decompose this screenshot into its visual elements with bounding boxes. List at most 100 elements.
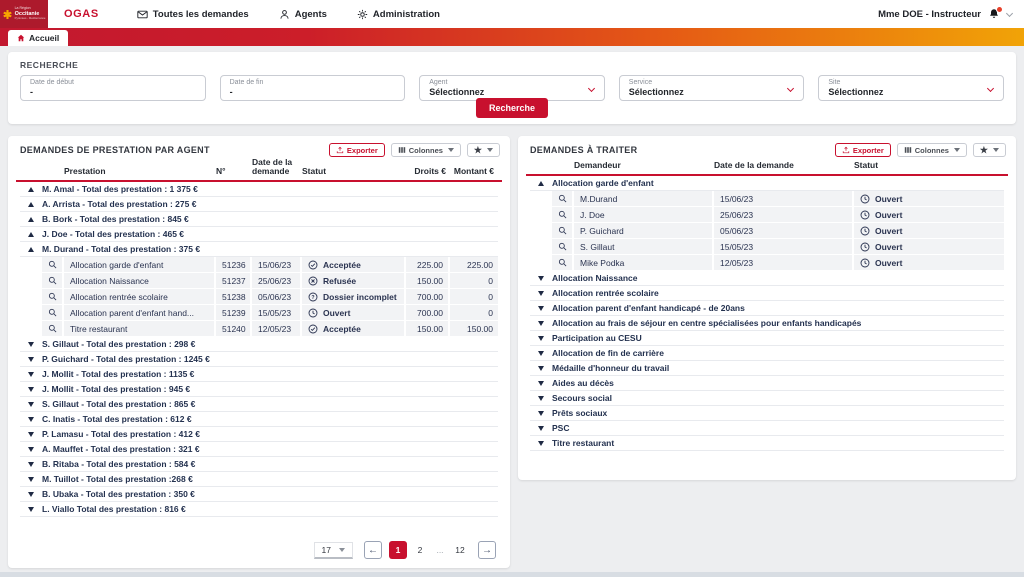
group-row[interactable]: A. Arrista - Total des prestation : 275 … (20, 197, 498, 212)
group-label: Médaille d'honneur du travail (552, 363, 1004, 373)
view-demand-button[interactable] (42, 321, 64, 336)
group-row[interactable]: Secours social (530, 391, 1004, 406)
group-row[interactable]: C. Inatis - Total des prestation : 612 € (20, 412, 498, 427)
view-demand-button[interactable] (552, 207, 574, 222)
status-open-icon (860, 226, 870, 236)
group-row[interactable]: M. Tuillot - Total des prestation :268 € (20, 472, 498, 487)
group-row[interactable]: A. Mauffet - Total des prestation : 321 … (20, 442, 498, 457)
group-row[interactable]: L. Viallo Total des prestation : 816 € (20, 502, 498, 517)
group-row[interactable]: J. Doe - Total des prestation : 465 € (20, 227, 498, 242)
group-row[interactable]: Allocation au frais de séjour en centre … (530, 316, 1004, 331)
app-name[interactable]: OGAS (64, 8, 99, 20)
expand-triangle-icon (28, 402, 34, 407)
demand-row: Mike Podka12/05/23Ouvert (530, 255, 1004, 270)
group-row[interactable]: J. Mollit - Total des prestation : 1135 … (20, 367, 498, 382)
view-demand-button[interactable] (42, 289, 64, 304)
group-row[interactable]: B. Ubaka - Total des prestation : 350 € (20, 487, 498, 502)
tab-accueil[interactable]: Accueil (8, 30, 68, 46)
group-row[interactable]: Allocation garde d'enfant (530, 176, 1004, 191)
view-demand-button[interactable] (552, 191, 574, 206)
view-demand-button[interactable] (42, 257, 64, 272)
nav-item-gear[interactable]: Administration (357, 9, 440, 20)
favorites-caret-icon (487, 148, 493, 152)
group-row[interactable]: M. Durand - Total des prestation : 375 € (20, 242, 498, 257)
view-demand-button[interactable] (552, 239, 574, 254)
group-label: M. Amal - Total des prestation : 1 375 € (42, 184, 498, 194)
date-field[interactable]: Date de début- (20, 75, 206, 101)
demand-row: Allocation rentrée scolaire5123805/06/23… (20, 289, 498, 304)
group-row[interactable]: P. Lamasu - Total des prestation : 412 € (20, 427, 498, 442)
group-row[interactable]: Participation au CESU (530, 331, 1004, 346)
envelope-icon (137, 9, 148, 20)
filter-select-service[interactable]: ServiceSélectionnez (619, 75, 805, 101)
favorites-button[interactable]: ★ (467, 143, 500, 157)
export-button[interactable]: Exporter (329, 143, 385, 157)
group-row[interactable]: Titre restaurant (530, 436, 1004, 451)
columns-button[interactable]: Colonnes (897, 143, 967, 157)
prev-page-button[interactable]: ← (364, 541, 382, 559)
group-row[interactable]: B. Bork - Total des prestation : 845 € (20, 212, 498, 227)
favorites-button[interactable]: ★ (973, 143, 1006, 157)
page-size-value: 17 (322, 545, 331, 555)
search-button[interactable]: Recherche (476, 98, 548, 118)
group-row[interactable]: Allocation parent d'enfant handicapé - d… (530, 301, 1004, 316)
view-demand-button[interactable] (552, 223, 574, 238)
date-cell: 15/06/23 (714, 191, 854, 206)
date-cell: 05/06/23 (252, 289, 302, 304)
group-row[interactable]: Médaille d'honneur du travail (530, 361, 1004, 376)
demand-row: Titre restaurant5124012/05/23Acceptée150… (20, 321, 498, 336)
view-demand-button[interactable] (42, 305, 64, 320)
group-row[interactable]: Allocation Naissance (530, 271, 1004, 286)
group-row[interactable]: Prêts sociaux (530, 406, 1004, 421)
export-button[interactable]: Exporter (835, 143, 891, 157)
group-row[interactable]: J. Mollit - Total des prestation : 945 € (20, 382, 498, 397)
expand-triangle-icon (28, 492, 34, 497)
status-badge: Acceptée (302, 257, 406, 272)
col-prestation: Prestation (64, 167, 216, 179)
expand-triangle-icon (538, 426, 544, 431)
group-label: Aides au décès (552, 378, 1004, 388)
expand-triangle-icon (28, 357, 34, 362)
group-row[interactable]: S. Gillaut - Total des prestation : 298 … (20, 337, 498, 352)
region-occitanie-logo[interactable]: La Région Occitanie Pyrénées - Méditerra… (0, 0, 48, 28)
group-row[interactable]: P. Guichard - Total des prestation : 124… (20, 352, 498, 367)
page-size-select[interactable]: 17 (314, 542, 353, 559)
status-badge: Acceptée (302, 321, 406, 336)
page-button-2[interactable]: 2 (413, 542, 427, 558)
nav-item-envelope[interactable]: Toutes les demandes (137, 9, 249, 20)
nav-item-person[interactable]: Agents (279, 9, 327, 20)
columns-label: Colonnes (915, 146, 949, 155)
status-open-icon (860, 258, 870, 268)
columns-button[interactable]: Colonnes (391, 143, 461, 157)
group-row[interactable]: S. Gillaut - Total des prestation : 865 … (20, 397, 498, 412)
expand-triangle-icon (538, 291, 544, 296)
group-row[interactable]: Allocation de fin de carrière (530, 346, 1004, 361)
view-demand-button[interactable] (42, 273, 64, 288)
view-demand-button[interactable] (552, 255, 574, 270)
page-button-12[interactable]: 12 (453, 542, 467, 558)
group-row[interactable]: M. Amal - Total des prestation : 1 375 € (20, 182, 498, 197)
right-table-rows: Allocation garde d'enfantM.Durand15/06/2… (518, 176, 1016, 451)
group-row[interactable]: Allocation rentrée scolaire (530, 286, 1004, 301)
date-cell: 25/06/23 (252, 273, 302, 288)
group-label: A. Arrista - Total des prestation : 275 … (42, 199, 498, 209)
next-page-button[interactable]: → (478, 541, 496, 559)
occitanie-cross-icon (3, 10, 12, 19)
montant-cell: 0 (450, 305, 498, 320)
status-text: Ouvert (323, 308, 350, 318)
demandes-par-agent-panel: DEMANDES DE PRESTATION PAR AGENT Exporte… (8, 136, 510, 568)
group-row[interactable]: PSC (530, 421, 1004, 436)
status-badge: Ouvert (854, 191, 1004, 206)
left-toolbar: Exporter Colonnes ★ (329, 143, 500, 157)
page-button-1[interactable]: 1 (389, 541, 407, 559)
group-row[interactable]: B. Ritaba - Total des prestation : 584 € (20, 457, 498, 472)
export-label: Exporter (853, 146, 884, 155)
date-field[interactable]: Date de fin- (220, 75, 406, 101)
nav-item-label: Agents (295, 9, 327, 20)
user-menu-chevron-down-icon[interactable] (1006, 9, 1013, 16)
top-navbar: La Région Occitanie Pyrénées - Méditerra… (0, 0, 1024, 28)
status-open-icon (308, 308, 318, 318)
group-row[interactable]: Aides au décès (530, 376, 1004, 391)
filter-select-site[interactable]: SiteSélectionnez (818, 75, 1004, 101)
notifications-bell-icon[interactable] (988, 8, 1000, 20)
